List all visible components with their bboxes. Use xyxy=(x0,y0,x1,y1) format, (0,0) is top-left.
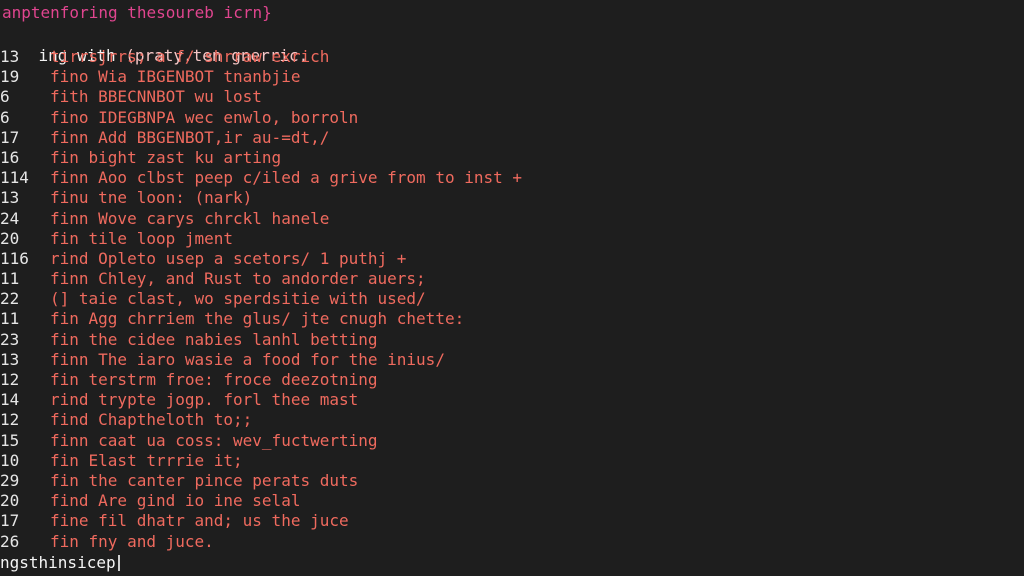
code-line: 17 finn Add BBGENBOT,ir au-=dt,/ xyxy=(0,128,1024,148)
code-line: 24 finn Wove carys chrckl hanele xyxy=(0,209,1024,229)
line-text: finn Add BBGENBOT,ir au-=dt,/ xyxy=(50,127,330,147)
code-line: 22 (] taie clast, wo sperdsitie with used… xyxy=(0,289,1024,309)
line-number: 12 xyxy=(0,410,20,430)
line-text: tirrsjrrs; a f/ shrraw exrich xyxy=(50,47,330,66)
line-number: 13 xyxy=(0,47,20,66)
line-number: 29 xyxy=(0,470,20,490)
code-line: 12 find Chaptheloth to;; xyxy=(0,410,1024,430)
line-text: finu tne loon: (nark) xyxy=(50,188,253,208)
code-listing: 13 tirrsjrrs; a f/ shrraw exrich 19 fino Wi… xyxy=(0,47,1024,552)
code-line: 13 finn The iaro wasie a food for the ini… xyxy=(0,350,1024,370)
line-text: fin Elast trrrie it; xyxy=(50,450,243,470)
line-text: find Chaptheloth to;; xyxy=(50,410,253,430)
line-number: 17 xyxy=(0,127,20,147)
code-line: 10 fin Elast trrrie it; xyxy=(0,451,1024,471)
code-line: 11 finn Chley, and Rust to andorder auers… xyxy=(0,269,1024,289)
line-text: fino IDEGBNPA wec enwlo, borroln xyxy=(50,107,359,127)
code-line: 6 fith BBECNNBOT wu lost xyxy=(0,87,1024,107)
line-number: 13 xyxy=(0,349,20,369)
line-text: fin fny and juce. xyxy=(50,531,214,551)
line-number: 22 xyxy=(0,289,20,309)
code-line: 12 fin terstrm froe: froce deezotning xyxy=(0,370,1024,390)
line-number: 13 xyxy=(0,188,20,208)
line-number: 14 xyxy=(0,390,20,410)
line-number: 6 xyxy=(0,107,10,127)
line-text: fin the canter pince perats duts xyxy=(50,470,359,490)
line-text: fith BBECNNBOT wu lost xyxy=(50,87,262,107)
code-line: 23 fin the cidee nabies lanhl betting xyxy=(0,330,1024,350)
line-number: 24 xyxy=(0,208,20,228)
line-text: finn The iaro wasie a food for the inius… xyxy=(50,349,445,369)
line-text: fin terstrm froe: froce deezotning xyxy=(50,370,378,389)
line-text: finn Aoo clbst peep c/iled a grive from … xyxy=(50,168,523,188)
code-line: 14 rind trypte jogp. forl thee mast xyxy=(0,390,1024,410)
code-line: 17 fine fil dhatr and; us the juce xyxy=(0,511,1024,531)
code-line: 20 fin tile loop jment xyxy=(0,229,1024,249)
line-text: finn Wove carys chrckl hanele xyxy=(50,208,330,228)
line-text: finn caat ua coss: wev_fuctwerting xyxy=(50,430,378,450)
code-line: 15 finn caat ua coss: wev_fuctwerting xyxy=(0,431,1024,451)
line-number: 20 xyxy=(0,491,20,511)
line-text: find Are gind io ine selal xyxy=(50,491,301,511)
line-text: fin tile loop jment xyxy=(50,228,234,248)
line-number: 16 xyxy=(0,147,20,167)
terminal-window[interactable]: anptenforing thesoureb icrn} ing with (p… xyxy=(0,0,1024,576)
line-text: rind trypte jogp. forl thee mast xyxy=(50,390,359,410)
code-line: 13 tirrsjrrs; a f/ shrraw exrich xyxy=(0,47,1024,67)
header-line: ing with (praty.ten gnerric. xyxy=(0,26,309,65)
code-line: 16 fin bight zast ku arting xyxy=(0,148,1024,168)
code-line: 114 finn Aoo clbst peep c/iled a grive fr… xyxy=(0,168,1024,188)
terminal-title: anptenforing thesoureb icrn} xyxy=(2,3,272,22)
code-line: 29 fin the canter pince perats duts xyxy=(0,471,1024,491)
code-line: 19 fino Wia IBGENBOT tnanbjie xyxy=(0,67,1024,87)
line-number: 15 xyxy=(0,430,20,450)
line-text: (] taie clast, wo sperdsitie with used/ xyxy=(50,289,426,309)
line-text: finn Chley, and Rust to andorder auers; xyxy=(50,269,426,289)
line-text: fin Agg chrriem the glus/ jte cnugh chet… xyxy=(50,309,465,329)
code-line: 11 fin Agg chrriem the glus/ jte cnugh ch… xyxy=(0,309,1024,329)
line-number: 114 xyxy=(0,168,29,188)
line-number: 26 xyxy=(0,531,20,551)
line-text: fin the cidee nabies lanhl betting xyxy=(50,329,378,349)
text-cursor xyxy=(117,555,120,571)
command-prompt[interactable]: ngsthinsicep xyxy=(0,552,120,574)
code-line: 26 fin fny and juce. xyxy=(0,532,1024,552)
command-input-text: ngsthinsicep xyxy=(0,553,116,572)
line-text: fino Wia IBGENBOT tnanbjie xyxy=(50,67,301,87)
line-text: fin bight zast ku arting xyxy=(50,147,282,167)
line-number: 12 xyxy=(0,370,20,389)
code-line: 20 find Are gind io ine selal xyxy=(0,491,1024,511)
line-number: 11 xyxy=(0,309,20,329)
line-number: 6 xyxy=(0,87,10,107)
line-number: 116 xyxy=(0,248,29,268)
line-number: 10 xyxy=(0,450,20,470)
line-text: fine fil dhatr and; us the juce xyxy=(50,511,349,531)
line-text: rind Opleto usep a scetors/ 1 puthj + xyxy=(50,248,407,268)
line-number: 11 xyxy=(0,269,20,289)
code-line: 13 finu tne loon: (nark) xyxy=(0,188,1024,208)
line-number: 20 xyxy=(0,228,20,248)
line-number: 19 xyxy=(0,67,20,87)
line-number: 23 xyxy=(0,329,20,349)
code-line: 6 fino IDEGBNPA wec enwlo, borroln xyxy=(0,108,1024,128)
code-line: 116 rind Opleto usep a scetors/ 1 puthj + xyxy=(0,249,1024,269)
line-number: 17 xyxy=(0,511,20,531)
